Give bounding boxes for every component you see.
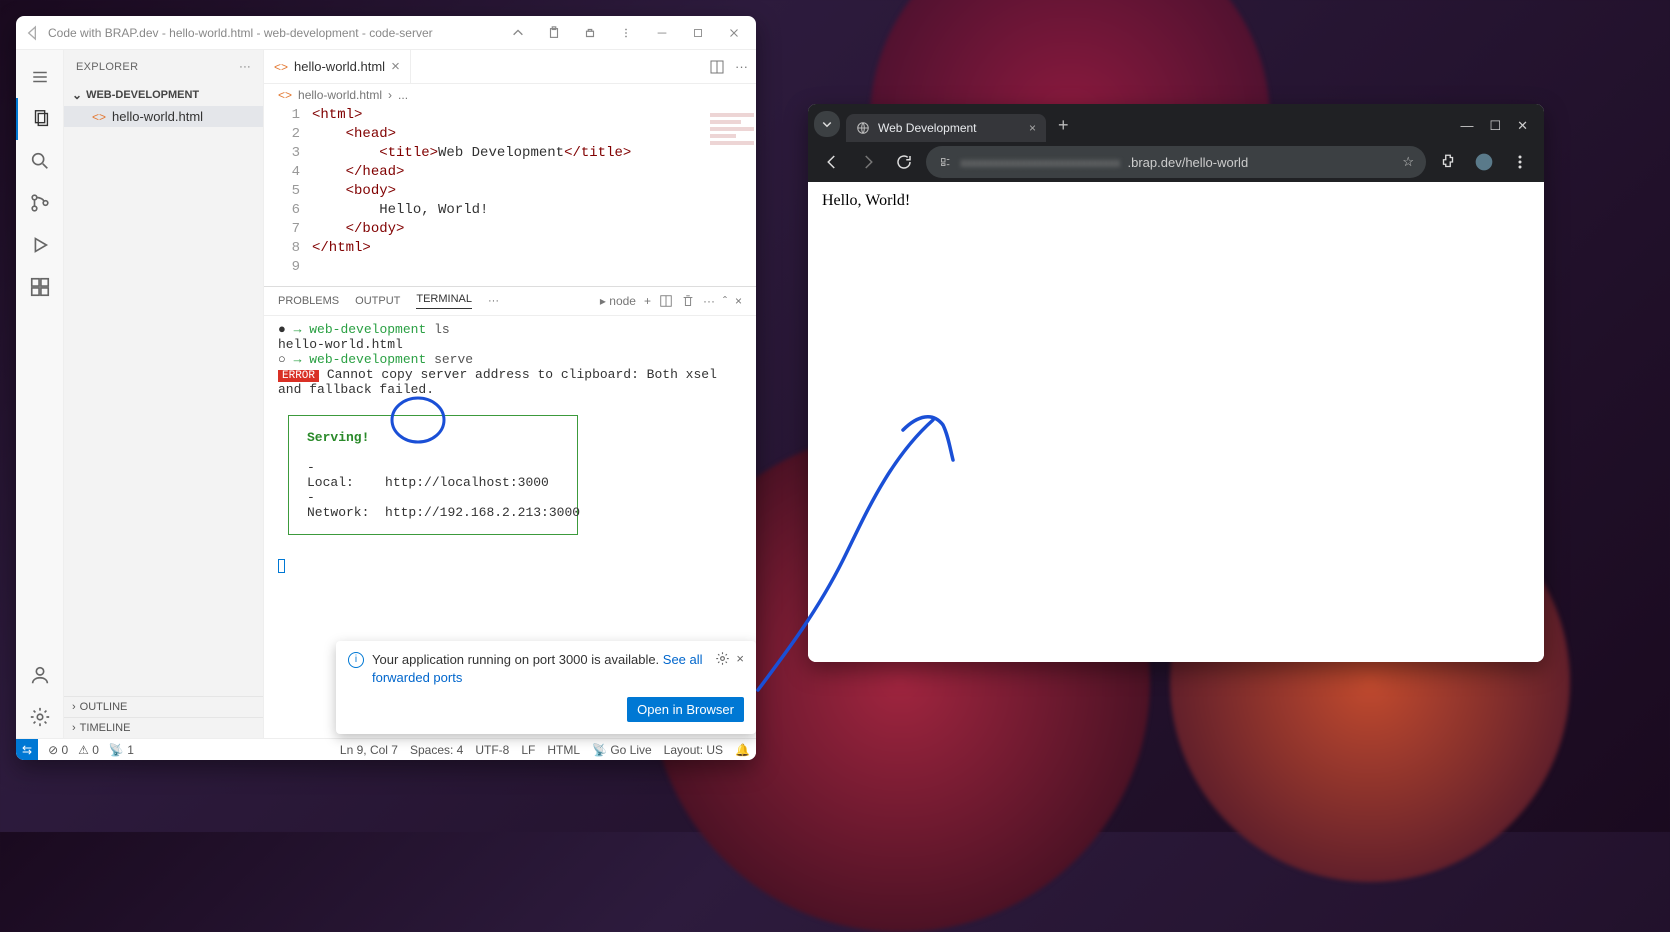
search-icon[interactable] [16,140,64,182]
app-icon [24,25,40,41]
git-icon[interactable] [16,182,64,224]
minimize-icon[interactable] [648,19,676,47]
split-icon[interactable] [709,59,725,75]
close-icon[interactable] [720,19,748,47]
trash-icon[interactable] [681,294,695,308]
encoding-status[interactable]: UTF-8 [475,743,509,757]
more-icon[interactable]: ··· [239,61,251,73]
code-editor[interactable]: 123456789 <html> <head> <title>Web Devel… [264,106,756,286]
explorer-icon[interactable] [16,98,64,140]
gear-icon[interactable] [16,696,64,738]
reload-icon[interactable] [890,148,918,176]
line-gutter: 123456789 [264,106,312,286]
profile-icon[interactable] [1470,148,1498,176]
layout-status[interactable]: Layout: US [664,743,723,757]
extensions-icon[interactable] [16,266,64,308]
language-status[interactable]: HTML [547,743,580,757]
status-bar: ⇆ ⊘ 0 ⚠ 0 📡 1 Ln 9, Col 7 Spaces: 4 UTF-… [16,738,756,760]
menu-icon[interactable] [16,56,64,98]
tab-terminal[interactable]: TERMINAL [416,293,472,309]
page-content: Hello, World! [808,182,1544,662]
remote-indicator[interactable]: ⇆ [16,739,38,760]
chrome-tabstrip: Web Development × + — ☐ ✕ [808,104,1544,142]
chrome-toolbar: xxxxxxxxxxxxxxxxxxxxxxxxxxxxx .brap.dev/h… [808,142,1544,182]
gear-icon[interactable] [715,651,730,666]
window-title: Code with BRAP.dev - hello-world.html - … [48,26,496,40]
vscode-window: Code with BRAP.dev - hello-world.html - … [16,16,756,760]
chrome-window: Web Development × + — ☐ ✕ xxxxxxxxxxxxxx… [808,104,1544,662]
editor-tab[interactable]: <> hello-world.html × [264,50,411,83]
url-visible: .brap.dev/hello-world [1128,155,1249,170]
close-tab-icon[interactable]: × [1029,121,1036,135]
menu-icon[interactable] [1506,148,1534,176]
add-terminal-icon[interactable]: + [644,294,651,308]
back-icon[interactable] [818,148,846,176]
timeline-section[interactable]: TIMELINE [64,717,263,738]
chevron-up-icon[interactable]: ˆ [723,294,727,308]
close-tab-icon[interactable]: × [391,59,400,74]
browser-tab[interactable]: Web Development × [846,114,1046,142]
globe-icon [856,121,870,135]
html-file-icon: <> [274,60,288,74]
folder-header[interactable]: WEB-DEVELOPMENT [64,84,263,106]
activity-bar [16,50,64,738]
shell-selector[interactable]: ▸ node [600,294,636,308]
close-panel-icon[interactable]: × [735,294,742,308]
new-tab-icon[interactable]: + [1052,115,1075,142]
indent-status[interactable]: Spaces: 4 [410,743,463,757]
site-info-icon[interactable] [938,155,952,169]
more-icon[interactable] [612,19,640,47]
open-in-browser-button[interactable]: Open in Browser [627,697,744,722]
address-bar[interactable]: xxxxxxxxxxxxxxxxxxxxxxxxxxxxx .brap.dev/h… [926,146,1426,178]
status-errors[interactable]: ⊘ 0 [48,743,68,757]
cursor-position[interactable]: Ln 9, Col 7 [340,743,398,757]
outline-section[interactable]: OUTLINE [64,696,263,717]
maximize-icon[interactable] [684,19,712,47]
minimize-icon[interactable]: — [1460,118,1473,134]
bookmark-icon[interactable]: ☆ [1402,154,1414,170]
maximize-icon[interactable]: ☐ [1489,118,1501,134]
eol-status[interactable]: LF [521,743,535,757]
golive-status[interactable]: 📡 Go Live [592,743,652,757]
editor-tabs: <> hello-world.html × ··· [264,50,756,84]
extensions-icon[interactable] [1434,148,1462,176]
extension-icon[interactable] [576,19,604,47]
tab-problems[interactable]: PROBLEMS [278,295,339,307]
tab-output[interactable]: OUTPUT [355,295,400,307]
more-icon[interactable]: ··· [488,295,499,307]
split-terminal-icon[interactable] [659,294,673,308]
html-file-icon: <> [92,110,106,124]
status-warnings[interactable]: ⚠ 0 [78,743,99,757]
breadcrumb[interactable]: <> hello-world.html › ... [264,84,756,106]
bell-icon[interactable]: 🔔 [735,743,750,757]
chevron-up-icon[interactable] [504,19,532,47]
terminal-cursor [278,559,285,573]
forward-icon[interactable] [854,148,882,176]
tab-search-icon[interactable] [814,111,840,137]
vscode-titlebar[interactable]: Code with BRAP.dev - hello-world.html - … [16,16,756,50]
more-icon[interactable]: ··· [703,294,715,308]
info-icon: i [348,652,364,668]
port-notification: i Your application running on port 3000 … [336,641,756,734]
explorer-label: EXPLORER [76,61,138,73]
url-obscured: xxxxxxxxxxxxxxxxxxxxxxxxxxxxx [960,155,1120,170]
debug-icon[interactable] [16,224,64,266]
explorer-sidebar: EXPLORER ··· WEB-DEVELOPMENT <> hello-wo… [64,50,264,738]
annotation-circle [388,394,448,446]
close-icon[interactable]: × [736,651,744,666]
more-icon[interactable]: ··· [735,59,748,75]
clipboard-icon[interactable] [540,19,568,47]
html-file-icon: <> [278,88,292,102]
status-ports[interactable]: 📡 1 [109,743,134,757]
minimap[interactable] [710,110,754,170]
file-item[interactable]: <> hello-world.html [64,106,263,127]
close-icon[interactable]: ✕ [1517,118,1528,134]
account-icon[interactable] [16,654,64,696]
